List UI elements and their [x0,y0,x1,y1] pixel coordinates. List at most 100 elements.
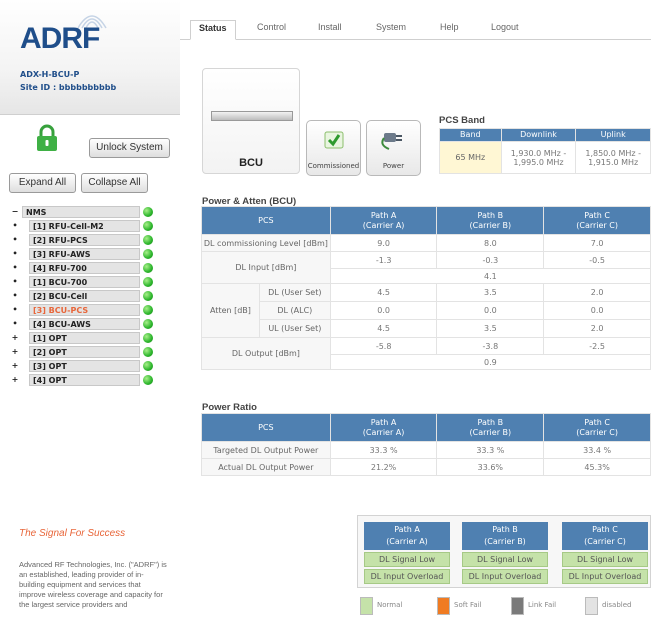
status-legend: Normal Soft Fail Link Fail disabled [357,597,651,617]
targeted-label: Targeted DL Output Power [201,441,331,459]
ratio-path-b-header: Path B (Carrier B) [436,413,545,442]
dl-comm-label: DL commissioning Level [dBm] [201,234,331,252]
tab-install[interactable]: Install [318,22,342,32]
status-led-icon [143,347,153,357]
bcu-device-image [211,111,293,121]
tree-node[interactable]: • [4] RFU-700 [9,261,154,275]
ratio-pcs-header: PCS [201,413,331,442]
expand-icon[interactable]: + [11,373,19,387]
tree-node[interactable]: • [1] BCU-700 [9,275,154,289]
expand-all-button[interactable]: Expand All [9,173,76,193]
path-a-status: Path A (Carrier A) DL Signal Low DL Input… [364,522,450,584]
dl-input-total: 4.1 [329,268,651,284]
status-led-icon [143,221,153,231]
ul-user-b: 3.5 [436,319,545,338]
dl-output-b: -3.8 [436,337,545,355]
bullet-icon: • [12,263,18,272]
dl-output-total: 0.9 [329,354,651,370]
power-button[interactable]: Power [366,120,421,176]
tree-node[interactable]: + [2] OPT [9,345,154,359]
tree-node-label[interactable]: [3] RFU-AWS [29,248,140,260]
tab-control[interactable]: Control [257,22,286,32]
tree-node-label[interactable]: [2] OPT [29,346,140,358]
dl-alc-label: DL (ALC) [258,301,331,320]
dl-user-label: DL (User Set) [258,283,331,302]
bullet-icon: • [12,305,18,314]
tree-node[interactable]: • [3] RFU-AWS [9,247,154,261]
commissioned-label: Commissioned [307,162,360,170]
lock-icon [37,124,57,151]
uplink-value: 1,850.0 MHz -1,915.0 MHz [575,141,651,174]
status-led-icon [143,249,153,259]
ratio-path-a-header: Path A (Carrier A) [329,413,438,442]
tab-system[interactable]: System [376,22,406,32]
tree-node-label[interactable]: [2] RFU-PCS [29,234,140,246]
path-a-dl-input-overload: DL Input Overload [364,569,450,584]
tree-node-label[interactable]: [4] OPT [29,374,140,386]
expand-icon[interactable]: + [11,345,19,359]
actual-a: 21.2% [329,458,438,476]
tree-node[interactable]: • [2] BCU-Cell [9,289,154,303]
legend-swatch [585,597,598,615]
left-panel: ADRF ADX-H-BCU-P Site ID : bbbbbbbbbb Un… [0,0,180,624]
tree-node[interactable]: + [1] OPT [9,331,154,345]
unlock-system-button[interactable]: Unlock System [89,138,170,158]
tab-logout[interactable]: Logout [491,22,519,32]
dl-alc-c: 0.0 [543,301,651,320]
collapse-icon[interactable]: − [11,205,19,219]
uplink-header: Uplink [575,128,651,142]
bullet-icon: • [12,291,18,300]
tree-node-label[interactable]: [4] BCU-AWS [29,318,140,330]
status-led-icon [143,333,153,343]
expand-icon[interactable]: + [11,359,19,373]
status-led-icon [143,277,153,287]
dl-user-c: 2.0 [543,283,651,302]
tree-node-label[interactable]: [1] BCU-700 [29,276,140,288]
tree-node-label[interactable]: [3] BCU-PCS [29,304,140,316]
power-plug-icon [381,133,402,150]
status-led-icon [143,319,153,329]
collapse-all-button[interactable]: Collapse All [81,173,148,193]
tree-node-label[interactable]: [3] OPT [29,360,140,372]
dl-input-a: -1.3 [329,251,438,269]
top-nav: Status Control Install System Help Logou… [180,16,651,40]
device-label: BCU [239,157,263,169]
tree-node[interactable]: • [4] BCU-AWS [9,317,154,331]
legend-swatch [511,597,524,615]
targeted-c: 33.4 % [543,441,651,459]
pcs-header: PCS [201,206,331,235]
dl-input-c: -0.5 [543,251,651,269]
tree-node-label[interactable]: [1] OPT [29,332,140,344]
atten-label: Atten [dB] [201,283,260,338]
tree-node[interactable]: + [3] OPT [9,359,154,373]
tab-help[interactable]: Help [440,22,459,32]
status-led-icon [143,291,153,301]
bullet-icon: • [12,235,18,244]
targeted-a: 33.3 % [329,441,438,459]
dl-comm-b: 8.0 [436,234,545,252]
status-led-icon [143,235,153,245]
tab-status[interactable]: Status [190,20,236,40]
tree-node-label[interactable]: [1] RFU-Cell-M2 [29,220,140,232]
expand-icon[interactable]: + [11,331,19,345]
path-c-dl-input-overload: DL Input Overload [562,569,648,584]
dl-output-c: -2.5 [543,337,651,355]
commissioned-button[interactable]: Commissioned [306,120,361,176]
tree-node[interactable]: • [1] RFU-Cell-M2 [9,219,154,233]
path-a-status-head: Path A (Carrier A) [364,522,450,550]
path-c-dl-signal-low: DL Signal Low [562,552,648,567]
bullet-icon: • [12,221,18,230]
tree-node-label[interactable]: [4] RFU-700 [29,262,140,274]
path-status-panel: Path A (Carrier A) DL Signal Low DL Input… [357,515,651,588]
tree-node-label[interactable]: [2] BCU-Cell [29,290,140,302]
ul-user-c: 2.0 [543,319,651,338]
tree-node[interactable]: • [2] RFU-PCS [9,233,154,247]
device-name: ADX-H-BCU-P [20,70,80,79]
tree-node[interactable]: • [3] BCU-PCS [9,303,154,317]
tree-node-label[interactable]: NMS [22,206,140,218]
tree-node[interactable]: + [4] OPT [9,373,154,387]
band-header: Band [439,128,502,142]
tree-node[interactable]: − NMS [9,205,154,219]
device-card: BCU [202,68,300,174]
path-b-dl-input-overload: DL Input Overload [462,569,548,584]
